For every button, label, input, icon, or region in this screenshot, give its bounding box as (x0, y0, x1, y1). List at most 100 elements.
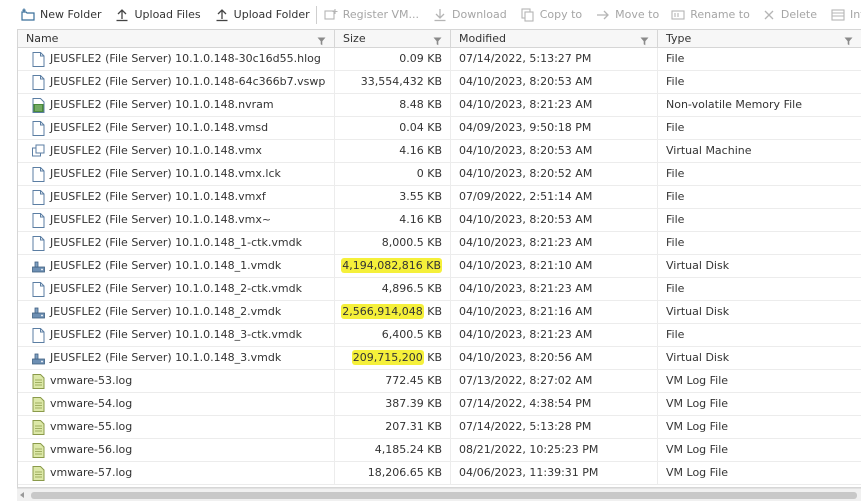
file-size: 8.48 KB (399, 98, 442, 111)
table-row[interactable]: vmware-56.log 4,185.24 KB 08/21/2022, 10:2… (18, 439, 861, 462)
column-size-label: Size (343, 32, 366, 45)
copy-to-button[interactable]: Copy to (521, 4, 582, 26)
file-browser-toolbar: New Folder Upload Files Upload Folder Re… (0, 0, 861, 29)
file-size: 0.09 KB (399, 52, 442, 65)
column-header-size[interactable]: Size (335, 30, 451, 48)
cell-name: JEUSFLE2 (File Server) 10.1.0.148_2-ctk.… (18, 278, 335, 300)
table-row[interactable]: vmware-55.log 207.31 KB 07/14/2022, 5:13:2… (18, 416, 861, 439)
cell-name: JEUSFLE2 (File Server) 10.1.0.148_1-ctk.… (18, 232, 335, 254)
horizontal-scrollbar[interactable] (17, 488, 861, 501)
column-type-label: Type (666, 32, 692, 45)
filter-icon[interactable] (640, 34, 649, 46)
inflate-label: Inflate (850, 8, 861, 21)
table-row[interactable]: vmware-57.log 18,206.65 KB 04/06/2023, 11:… (18, 462, 861, 485)
cell-type: VM Log File (666, 466, 729, 479)
cell-modified: 07/14/2022, 5:13:27 PM (451, 48, 658, 70)
file-icon (32, 189, 45, 205)
file-icon (32, 235, 45, 251)
cell-name: JEUSFLE2 (File Server) 10.1.0.148.vmx~ (18, 209, 335, 231)
upload-folder-button[interactable]: Upload Folder (215, 4, 310, 26)
cell-type: File (666, 167, 685, 180)
file-icon (32, 327, 45, 343)
cell-type: Virtual Disk (666, 305, 730, 318)
table-row[interactable]: JEUSFLE2 (File Server) 10.1.0.148_3.vmdk… (18, 347, 861, 370)
file-size: 4.16 KB (399, 213, 442, 226)
table-row[interactable]: JEUSFLE2 (File Server) 10.1.0.148.vmxf 3.… (18, 186, 861, 209)
file-icon (32, 166, 45, 182)
grid-header: Name Size Modified Type (18, 30, 861, 48)
cell-modified: 07/13/2022, 8:27:02 AM (451, 370, 658, 392)
filter-icon[interactable] (317, 34, 326, 46)
filter-icon[interactable] (844, 34, 853, 46)
cell-size: 387.39 KB (335, 393, 451, 415)
file-size: 3.55 KB (399, 190, 442, 203)
cell-type: Non-volatile Memory File (666, 98, 802, 111)
cell-size: 4.16 KB (335, 209, 451, 231)
virtual-disk-icon (32, 351, 45, 366)
table-row[interactable]: vmware-54.log 387.39 KB 07/14/2022, 4:38:5… (18, 393, 861, 416)
table-row[interactable]: JEUSFLE2 (File Server) 10.1.0.148.nvram 8… (18, 94, 861, 117)
table-row[interactable]: JEUSFLE2 (File Server) 10.1.0.148_2.vmdk… (18, 301, 861, 324)
download-button[interactable]: Download (433, 4, 507, 26)
table-row[interactable]: JEUSFLE2 (File Server) 10.1.0.148.vmx.lc… (18, 163, 861, 186)
delete-label: Delete (780, 8, 818, 21)
delete-button[interactable]: Delete (762, 4, 817, 26)
upload-files-label: Upload Files (134, 8, 201, 21)
table-row[interactable]: JEUSFLE2 (File Server) 10.1.0.148_1-ctk.… (18, 232, 861, 255)
cell-name: JEUSFLE2 (File Server) 10.1.0.148.nvram (18, 94, 335, 116)
cell-name: JEUSFLE2 (File Server) 10.1.0.148_3-ctk.… (18, 324, 335, 346)
cell-type: VM Log File (666, 420, 729, 433)
cell-size: 3.55 KB (335, 186, 451, 208)
cell-size: 772.45 KB (335, 370, 451, 392)
scrollbar-thumb[interactable] (31, 492, 857, 499)
upload-files-button[interactable]: Upload Files (115, 4, 201, 26)
cell-modified: 04/10/2023, 8:20:53 AM (451, 209, 658, 231)
cell-modified: 07/14/2022, 4:38:54 PM (451, 393, 658, 415)
table-row[interactable]: JEUSFLE2 (File Server) 10.1.0.148.vmx 4.1… (18, 140, 861, 163)
cell-modified: 04/09/2023, 9:50:18 PM (451, 117, 658, 139)
cell-name: vmware-54.log (18, 393, 335, 415)
cell-modified: 07/14/2022, 5:13:28 PM (451, 416, 658, 438)
log-file-icon (32, 373, 45, 389)
file-icon (32, 120, 45, 136)
table-row[interactable]: JEUSFLE2 (File Server) 10.1.0.148.vmx~ 4.… (18, 209, 861, 232)
cell-type: VM Log File (666, 443, 729, 456)
table-row[interactable]: vmware-53.log 772.45 KB 07/13/2022, 8:27:0… (18, 370, 861, 393)
highlighted-size: 4,194,082,816 KB (341, 258, 442, 273)
file-name: vmware-55.log (50, 420, 133, 433)
arrow-right-icon (596, 8, 610, 22)
download-label: Download (452, 8, 507, 21)
cell-type: Virtual Machine (666, 144, 752, 157)
move-to-button[interactable]: Move to (596, 4, 659, 26)
table-row[interactable]: JEUSFLE2 (File Server) 10.1.0.148-30c16d… (18, 48, 861, 71)
scroll-left-icon[interactable] (20, 492, 24, 498)
cell-name: JEUSFLE2 (File Server) 10.1.0.148-30c16d… (18, 48, 335, 70)
cell-modified: 04/10/2023, 8:20:53 AM (451, 71, 658, 93)
cell-size: 0 KB (335, 163, 451, 185)
rename-to-button[interactable]: Rename to (671, 4, 750, 26)
copy-to-label: Copy to (539, 8, 583, 21)
cell-name: JEUSFLE2 (File Server) 10.1.0.148-64c366… (18, 71, 335, 93)
column-header-modified[interactable]: Modified (451, 30, 658, 48)
table-row[interactable]: JEUSFLE2 (File Server) 10.1.0.148_3-ctk.… (18, 324, 861, 347)
cell-modified: 04/10/2023, 8:21:23 AM (451, 278, 658, 300)
table-row[interactable]: JEUSFLE2 (File Server) 10.1.0.148-64c366… (18, 71, 861, 94)
new-folder-button[interactable]: New Folder (21, 4, 101, 26)
cell-modified: 07/09/2022, 2:51:14 AM (451, 186, 658, 208)
cell-size: 8,000.5 KB (335, 232, 451, 254)
cell-name: JEUSFLE2 (File Server) 10.1.0.148_3.vmdk (18, 347, 335, 369)
column-header-name[interactable]: Name (18, 30, 335, 48)
table-row[interactable]: JEUSFLE2 (File Server) 10.1.0.148_2-ctk.… (18, 278, 861, 301)
cell-size: 8.48 KB (335, 94, 451, 116)
table-row[interactable]: JEUSFLE2 (File Server) 10.1.0.148_1.vmdk… (18, 255, 861, 278)
column-header-type[interactable]: Type (658, 30, 861, 48)
filter-icon[interactable] (433, 34, 442, 46)
inflate-button[interactable]: Inflate (831, 4, 861, 26)
cell-type: File (666, 328, 685, 341)
cell-size: 4,194,082,816 KB (335, 255, 451, 277)
file-name: JEUSFLE2 (File Server) 10.1.0.148.vmx.lc… (50, 167, 281, 180)
register-vm-button[interactable]: Register VM... (324, 4, 419, 26)
table-row[interactable]: JEUSFLE2 (File Server) 10.1.0.148.vmsd 0.… (18, 117, 861, 140)
file-size: 6,400.5 KB (381, 328, 442, 341)
file-name: JEUSFLE2 (File Server) 10.1.0.148_3-ctk.… (50, 328, 302, 341)
